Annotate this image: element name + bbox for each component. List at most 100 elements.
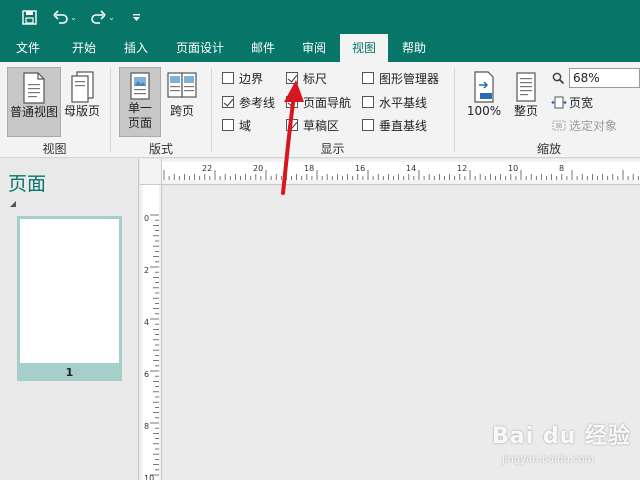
customize-quick-access-button[interactable]	[128, 6, 144, 28]
two-page-spread-button[interactable]: 跨页	[163, 67, 201, 137]
single-page-button[interactable]: 单一 页面	[119, 67, 161, 137]
horizontal-ruler-scale: 22 20 18 16 14 12 10 8	[162, 162, 640, 180]
magnifier-icon	[552, 72, 565, 84]
redo-dropdown-icon[interactable]: ⌄	[108, 13, 115, 22]
ruler-corner[interactable]	[140, 159, 162, 185]
ruler-tick-label: 16	[355, 164, 365, 173]
page-thumbnail-preview	[20, 219, 119, 363]
tab-insert[interactable]: 插入	[113, 34, 159, 62]
zoom-icon-wrap	[552, 69, 565, 87]
ruler-tick-label: 2	[144, 266, 149, 275]
group-label-zoom: 缩放	[536, 142, 561, 156]
page-width-icon	[551, 96, 567, 108]
zoom-100-icon	[474, 71, 494, 103]
zoom-100-label: 100%	[466, 104, 502, 118]
group-label-layout: 版式	[148, 142, 173, 156]
redo-icon	[91, 10, 106, 24]
ruler-tick-label: 8	[144, 422, 149, 431]
boundaries-label: 边界	[239, 71, 264, 86]
page-width-label: 页宽	[569, 95, 594, 110]
save-icon	[21, 9, 37, 25]
watermark-url: jingyan.baidu.com	[502, 454, 595, 465]
group-divider	[454, 68, 455, 152]
undo-icon	[53, 10, 68, 24]
two-page-icon	[167, 72, 197, 98]
boundaries-checkbox[interactable]: 边界	[222, 69, 263, 87]
graphics-manager-checkbox[interactable]: 图形管理器	[362, 69, 439, 87]
two-page-label: 跨页	[169, 104, 194, 118]
pane-title: 页面	[8, 173, 47, 195]
fields-label: 域	[239, 118, 252, 133]
zoom-100-button[interactable]: 100%	[463, 67, 505, 137]
whole-page-icon	[516, 72, 536, 102]
watermark-text: Bai du 经验	[492, 424, 631, 449]
single-page-icon	[130, 72, 150, 100]
ruler-tick-label: 10	[508, 164, 518, 173]
undo-button[interactable]: ⌄	[50, 6, 80, 28]
undo-dropdown-icon[interactable]: ⌄	[70, 13, 77, 22]
customize-dropdown-icon	[132, 13, 140, 21]
group-label-views: 视图	[42, 142, 67, 156]
group-divider	[211, 68, 212, 152]
checkbox-box	[222, 72, 234, 84]
tab-view[interactable]: 视图	[340, 34, 388, 62]
tab-help[interactable]: 帮助	[391, 34, 437, 62]
tab-review[interactable]: 审阅	[291, 34, 337, 62]
ruler-tick-label: 14	[406, 164, 416, 173]
whole-page-label: 整页	[513, 104, 538, 118]
page-navigation-pane: 页面 1	[0, 159, 139, 480]
checkbox-box	[362, 119, 374, 131]
annotation-arrow-icon	[281, 80, 304, 195]
horizontal-baselines-label: 水平基线	[379, 95, 428, 110]
horizontal-ruler[interactable]: 22 20 18 16 14 12 10 8	[162, 159, 640, 185]
vertical-ruler[interactable]: 0 2 4 6 8 10	[140, 185, 162, 480]
tab-mailings[interactable]: 邮件	[240, 34, 286, 62]
page-width-button[interactable]: 页宽	[551, 93, 593, 111]
fields-checkbox[interactable]: 域	[222, 116, 251, 134]
vertical-baselines-label: 垂直基线	[379, 118, 428, 133]
single-page-label-1: 单一	[127, 101, 152, 115]
guides-checkbox[interactable]: 参考线	[222, 93, 275, 111]
collapse-triangle-icon[interactable]	[10, 201, 16, 207]
single-page-label-2: 页面	[127, 116, 152, 130]
master-page-label: 母版页	[63, 104, 100, 118]
normal-view-button[interactable]: 普通视图	[7, 67, 61, 137]
group-divider	[110, 68, 111, 152]
ruler-tick-label: 4	[144, 318, 149, 327]
vertical-ruler-scale: 0 2 4 6 8 10	[143, 185, 159, 480]
checkbox-box	[222, 96, 234, 108]
watermark-logo: Bai du 经验 jingyan.baidu.com	[480, 408, 640, 480]
tab-home[interactable]: 开始	[61, 34, 107, 62]
checkbox-box	[222, 119, 234, 131]
page-navigation-label: 页面导航	[303, 95, 352, 110]
redo-button[interactable]: ⌄	[88, 6, 118, 28]
whole-page-button[interactable]: 整页	[508, 67, 544, 137]
selected-objects-button[interactable]: 选定对象	[551, 116, 617, 134]
tab-page-design[interactable]: 页面设计	[166, 34, 234, 62]
ruler-tick-label: 12	[457, 164, 467, 173]
master-page-icon	[71, 71, 94, 103]
ruler-tick-label: 8	[559, 164, 564, 173]
tab-file[interactable]: 文件	[5, 34, 51, 62]
save-button[interactable]	[19, 6, 39, 28]
checkbox-box	[362, 96, 374, 108]
master-page-button[interactable]: 母版页	[62, 67, 102, 137]
selected-objects-icon	[552, 120, 566, 130]
ruler-tick-label: 22	[202, 164, 212, 173]
selected-objects-label: 选定对象	[569, 118, 618, 133]
ruler-tick-label: 20	[253, 164, 263, 173]
group-label-show: 显示	[320, 142, 345, 156]
title-bar: ⌄ ⌄	[0, 0, 640, 34]
ribbon-tabs: 文件 开始 插入 页面设计 邮件 审阅 视图 帮助	[0, 34, 640, 62]
zoom-level-input[interactable]: 68%	[569, 68, 640, 88]
normal-page-icon	[23, 72, 45, 104]
horizontal-baselines-checkbox[interactable]: 水平基线	[362, 93, 427, 111]
page-thumbnail-number: 1	[65, 366, 74, 379]
checkbox-box	[362, 72, 374, 84]
vertical-baselines-checkbox[interactable]: 垂直基线	[362, 116, 427, 134]
ribbon: 普通视图 母版页 视图 单一 页面 跨页 版式 边界 参考线 域 标尺 页面导航…	[0, 62, 640, 158]
ruler-tick-label: 10	[144, 474, 154, 480]
ruler-tick-label: 6	[144, 370, 149, 379]
normal-view-label: 普通视图	[9, 105, 58, 119]
graphics-manager-label: 图形管理器	[379, 71, 440, 86]
